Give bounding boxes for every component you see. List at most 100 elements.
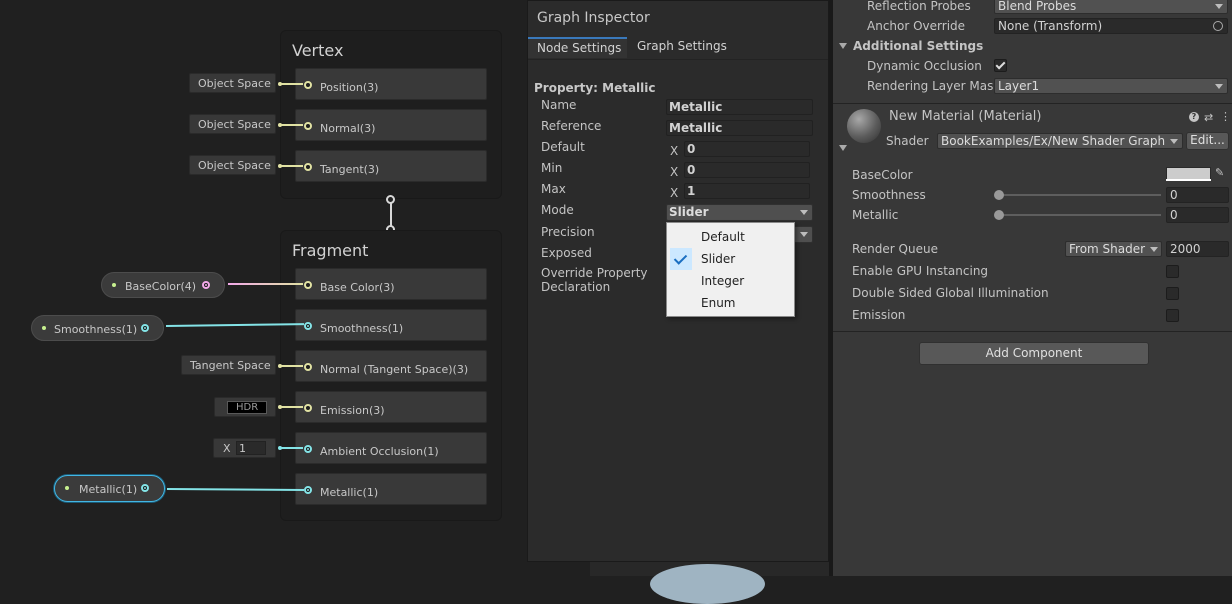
property-metallic-dot <box>65 486 69 490</box>
tangent-space-input[interactable]: Object Space <box>189 155 276 175</box>
additional-settings-header: Additional Settings <box>853 39 984 53</box>
block-smoothness[interactable]: Smoothness(1) <box>295 309 487 341</box>
vertex-context-title: Vertex <box>292 41 344 60</box>
rendering-layer-mask-label: Rendering Layer Mask <box>867 79 1001 93</box>
reflection-probes-dropdown[interactable]: Blend Probes <box>994 0 1228 14</box>
ao-value: 1 <box>239 442 246 455</box>
block-metallic[interactable]: Metallic(1) <box>295 473 487 505</box>
block-base-color[interactable]: Base Color(3) <box>295 268 487 300</box>
property-node-smoothness[interactable]: Smoothness(1) <box>31 315 164 341</box>
material-title: New Material (Material) <box>889 109 1042 124</box>
object-picker-icon[interactable] <box>1213 21 1223 31</box>
block-base-color-label: Base Color(3) <box>320 281 395 294</box>
material-inspector-panel[interactable]: Reflection Probes Blend Probes Anchor Ov… <box>833 0 1232 576</box>
dynamic-occlusion-checkbox[interactable] <box>994 59 1007 72</box>
vertex-flow-port[interactable] <box>386 195 395 204</box>
property-basecolor-port[interactable] <box>202 281 210 289</box>
basecolor-label: BaseColor <box>852 168 913 182</box>
eyedropper-icon[interactable]: ✎ <box>1215 166 1224 179</box>
render-queue-field[interactable]: 2000 <box>1166 241 1229 257</box>
base-color-port[interactable] <box>304 281 312 289</box>
property-metallic-port[interactable] <box>141 484 149 492</box>
ambient-occlusion-port[interactable] <box>304 445 312 453</box>
block-normal[interactable]: Normal(3) <box>295 109 487 141</box>
max-value: 1 <box>687 184 696 198</box>
graph-inspector-panel[interactable]: Graph Inspector Node Settings Graph Sett… <box>527 0 829 562</box>
property-smoothness-port[interactable] <box>141 324 149 332</box>
tabs-divider <box>528 59 828 60</box>
ao-value-input[interactable]: X 1 <box>213 438 276 458</box>
block-position-label: Position(3) <box>320 81 379 94</box>
edit-shader-button[interactable]: Edit... <box>1186 132 1229 150</box>
preset-sliders-icon[interactable]: ⇄ <box>1204 111 1213 124</box>
position-port[interactable] <box>304 81 312 89</box>
dynamic-occlusion-label: Dynamic Occlusion <box>867 59 982 73</box>
reference-value: Metallic <box>669 121 723 135</box>
basecolor-edge <box>228 283 303 285</box>
property-node-basecolor[interactable]: BaseColor(4) <box>101 272 225 298</box>
rendering-layer-dropdown[interactable]: Layer1 <box>994 78 1228 94</box>
tab-graph-settings[interactable]: Graph Settings <box>628 37 728 58</box>
block-smoothness-label: Smoothness(1) <box>320 322 404 335</box>
property-node-metallic[interactable]: Metallic(1) <box>54 475 165 502</box>
tangent-edge <box>281 165 303 167</box>
smoothness-slider-handle[interactable] <box>994 190 1004 200</box>
render-queue-mode: From Shader <box>1069 242 1146 256</box>
override-label-line2: Declaration <box>541 280 611 294</box>
more-options-icon[interactable]: ⋮ <box>1220 110 1231 123</box>
add-component-button[interactable]: Add Component <box>919 342 1149 365</box>
property-metallic-label: Metallic(1) <box>79 483 138 496</box>
name-label: Name <box>541 98 577 112</box>
block-position[interactable]: Position(3) <box>295 68 487 100</box>
default-x-label: X <box>670 144 679 158</box>
emission-hdr-input[interactable]: HDR <box>214 397 276 417</box>
tangent-port[interactable] <box>304 163 312 171</box>
emission-checkbox[interactable] <box>1166 309 1179 322</box>
metallic-port[interactable] <box>304 486 312 494</box>
gpu-instancing-checkbox[interactable] <box>1166 265 1179 278</box>
name-field[interactable]: Metallic <box>666 99 813 115</box>
normal-port[interactable] <box>304 122 312 130</box>
anchor-override-field[interactable]: None (Transform) <box>994 18 1228 34</box>
render-queue-dropdown[interactable]: From Shader <box>1065 241 1162 257</box>
block-ambient-occlusion[interactable]: Ambient Occlusion(1) <box>295 432 487 464</box>
normal-tangent-space-input[interactable]: Tangent Space <box>181 355 276 375</box>
min-value: 0 <box>687 163 696 177</box>
position-space-label: Object Space <box>198 77 271 90</box>
max-field[interactable]: 1 <box>684 183 810 199</box>
default-field[interactable]: 0 <box>684 141 810 157</box>
smoothness-port[interactable] <box>304 322 312 330</box>
menu-item-default[interactable]: Default <box>667 226 794 248</box>
tab-node-settings[interactable]: Node Settings <box>528 37 627 58</box>
block-ambient-occlusion-label: Ambient Occlusion(1) <box>320 445 439 458</box>
menu-item-slider[interactable]: Slider <box>667 248 794 270</box>
mode-dropdown[interactable]: Slider <box>666 204 813 221</box>
metallic-slider-track[interactable] <box>999 214 1161 216</box>
normal-space-label: Object Space <box>198 118 271 131</box>
ao-number-field[interactable]: 1 <box>236 441 266 455</box>
normal-space-input[interactable]: Object Space <box>189 114 276 134</box>
gpu-instancing-label: Enable GPU Instancing <box>852 264 989 278</box>
add-component-separator <box>833 331 1232 332</box>
metallic-field[interactable]: 0 <box>1166 207 1229 223</box>
smoothness-field[interactable]: 0 <box>1166 187 1229 203</box>
emission-port[interactable] <box>304 404 312 412</box>
menu-item-enum[interactable]: Enum <box>667 292 794 314</box>
block-tangent[interactable]: Tangent(3) <box>295 150 487 182</box>
menu-item-integer[interactable]: Integer <box>667 270 794 292</box>
additional-settings-foldout-icon[interactable] <box>839 43 847 49</box>
metallic-slider-handle[interactable] <box>994 210 1004 220</box>
smoothness-slider-track[interactable] <box>999 194 1161 196</box>
reference-field[interactable]: Metallic <box>666 120 813 136</box>
material-foldout-icon[interactable] <box>839 145 847 151</box>
double-sided-gi-checkbox[interactable] <box>1166 287 1179 300</box>
shader-dropdown[interactable]: BookExamples/Ex/New Shader Graph <box>937 133 1183 149</box>
normal-tangent-port[interactable] <box>304 363 312 371</box>
min-field[interactable]: 0 <box>684 162 810 178</box>
smoothness-value: 0 <box>1170 188 1178 202</box>
position-space-input[interactable]: Object Space <box>189 73 276 93</box>
shader-graph-canvas[interactable]: Vertex Position(3) Normal(3) Tangent(3) … <box>0 0 527 576</box>
block-normal-tangent[interactable]: Normal (Tangent Space)(3) <box>295 350 487 382</box>
help-icon[interactable]: ? <box>1189 112 1199 122</box>
block-emission[interactable]: Emission(3) <box>295 391 487 423</box>
